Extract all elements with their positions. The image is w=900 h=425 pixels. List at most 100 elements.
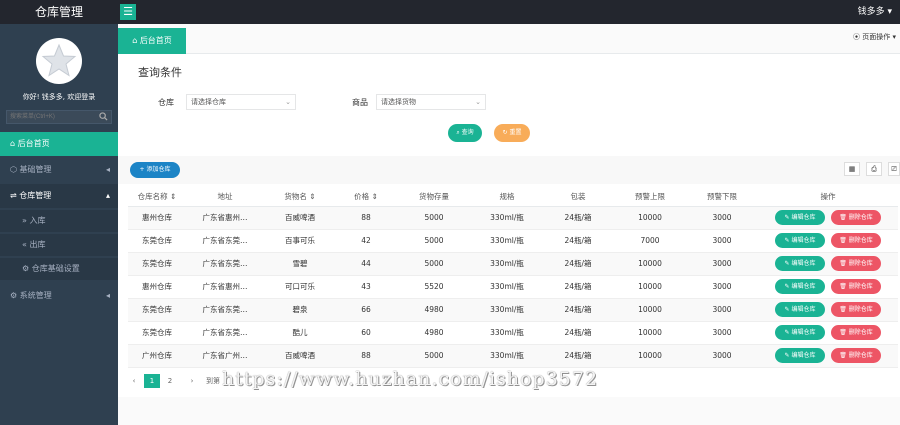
- table-cell: 惠州仓库: [128, 275, 186, 299]
- row-actions: ✎ 编辑仓库 🗑 删除仓库: [758, 298, 898, 322]
- tab-label: 后台首页: [139, 36, 172, 45]
- delete-warehouse-button[interactable]: 🗑 删除仓库: [831, 325, 881, 340]
- goods-label: 商品: [352, 98, 368, 107]
- table-cell: 88: [336, 206, 396, 230]
- search-button[interactable]: ⌕ 查询: [448, 124, 482, 142]
- table-cell: 60: [336, 321, 396, 345]
- watermark-text: https://www.huzhan.com/ishop3572: [222, 368, 599, 390]
- table-cell: 广东省东莞…: [186, 252, 264, 276]
- table-cell: 可口可乐: [264, 275, 336, 299]
- table-row: 东莞仓库 广东省东莞… 碧泉 66 4980 330ml/瓶 24瓶/箱 10000 3000 ✎…: [128, 298, 898, 322]
- table-row: 东莞仓库 广东省东莞… 酷儿 60 4980 330ml/瓶 24瓶/箱 10000 3000 ✎…: [128, 321, 898, 345]
- row-actions: ✎ 编辑仓库 🗑 删除仓库: [758, 206, 898, 230]
- goods-select[interactable]: 请选择货物 ⌄: [376, 94, 486, 110]
- delete-warehouse-button[interactable]: 🗑 删除仓库: [831, 348, 881, 363]
- table-cell: 3000: [686, 206, 758, 230]
- table-header-row: 仓库名称 ⇕ 地址 货物名 ⇕ 价格 ⇕ 货物存量 规格 包装 预警上限 预警下限 操作: [128, 188, 898, 207]
- table-cell: 330ml/瓶: [472, 298, 542, 322]
- table-cell: 24瓶/箱: [542, 206, 614, 230]
- edit-warehouse-button[interactable]: ✎ 编辑仓库: [775, 210, 825, 225]
- table-cell: 42: [336, 229, 396, 253]
- sidebar-item-warehouse[interactable]: ⇌ 仓库管理 ▴: [0, 184, 118, 208]
- edit-warehouse-button[interactable]: ✎ 编辑仓库: [775, 302, 825, 317]
- edit-warehouse-button[interactable]: ✎ 编辑仓库: [775, 233, 825, 248]
- delete-warehouse-button[interactable]: 🗑 删除仓库: [831, 279, 881, 294]
- chevron-up-icon: ▴: [105, 191, 110, 200]
- column-header[interactable]: 地址: [186, 188, 264, 207]
- table-cell: 24瓶/箱: [542, 229, 614, 253]
- table-cell: 5000: [396, 252, 472, 276]
- table-cell: 3000: [686, 275, 758, 299]
- menu-search[interactable]: [6, 110, 112, 124]
- user-menu[interactable]: 钱多多 ▾: [858, 0, 892, 24]
- warehouse-select-value: 请选择仓库: [191, 98, 226, 106]
- page-button-1[interactable]: 1: [144, 374, 160, 388]
- tab-home[interactable]: ⌂ 后台首页: [118, 28, 186, 54]
- sidebar-item-inbound[interactable]: » 入库: [0, 210, 118, 232]
- menu-search-input[interactable]: [7, 111, 97, 123]
- table-cell: 24瓶/箱: [542, 275, 614, 299]
- table-cell: 24瓶/箱: [542, 298, 614, 322]
- reset-button[interactable]: ↻ 重置: [494, 124, 530, 142]
- gear-icon: ⚙: [22, 264, 30, 273]
- delete-warehouse-button[interactable]: 🗑 删除仓库: [831, 233, 881, 248]
- table-cell: 44: [336, 252, 396, 276]
- star-avatar-icon: [37, 39, 81, 83]
- chevron-left-icon: ◂: [105, 291, 110, 300]
- print-icon[interactable]: ⎚: [888, 162, 900, 176]
- edit-warehouse-button[interactable]: ✎ 编辑仓库: [775, 279, 825, 294]
- edit-warehouse-button[interactable]: ✎ 编辑仓库: [775, 256, 825, 271]
- export-icon[interactable]: ⎙: [866, 162, 882, 176]
- next-page-button[interactable]: ›: [184, 374, 200, 388]
- delete-warehouse-button[interactable]: 🗑 删除仓库: [831, 210, 881, 225]
- warehouse-select[interactable]: 请选择仓库 ⌄: [186, 94, 296, 110]
- hamburger-icon[interactable]: ☰: [120, 4, 136, 20]
- table-cell: 东莞仓库: [128, 252, 186, 276]
- table-cell: 10000: [614, 321, 686, 345]
- sidebar-item-label: 后台首页: [17, 139, 50, 148]
- column-header[interactable]: 货物名 ⇕: [264, 188, 336, 207]
- row-actions: ✎ 编辑仓库 🗑 删除仓库: [758, 229, 898, 253]
- sidebar-item-label: 基础管理: [19, 165, 52, 174]
- prev-page-button[interactable]: ‹: [126, 374, 142, 388]
- top-navbar: 仓库管理 ☰ 钱多多 ▾: [0, 0, 900, 24]
- row-actions: ✎ 编辑仓库 🗑 删除仓库: [758, 275, 898, 299]
- edit-warehouse-button[interactable]: ✎ 编辑仓库: [775, 325, 825, 340]
- double-chevron-right-icon: »: [22, 216, 27, 225]
- column-header: 操作: [758, 188, 898, 207]
- row-actions: ✎ 编辑仓库 🗑 删除仓库: [758, 252, 898, 276]
- columns-icon[interactable]: ▦: [844, 162, 860, 176]
- sidebar-item-outbound[interactable]: « 出库: [0, 234, 118, 256]
- warehouse-icon: ⇌: [10, 191, 17, 200]
- avatar[interactable]: [36, 38, 82, 84]
- add-warehouse-button[interactable]: + 添加仓库: [130, 162, 180, 178]
- sidebar-item-label: 仓库管理: [19, 191, 52, 200]
- table-cell: 4980: [396, 298, 472, 322]
- warehouse-table: 仓库名称 ⇕ 地址 货物名 ⇕ 价格 ⇕ 货物存量 规格 包装 预警上限 预警下限 操作 惠州仓库…: [128, 188, 898, 368]
- table-cell: 88: [336, 344, 396, 368]
- column-header[interactable]: 价格 ⇕: [336, 188, 396, 207]
- delete-warehouse-button[interactable]: 🗑 删除仓库: [831, 256, 881, 271]
- sidebar-item-warehouse-settings[interactable]: ⚙ 仓库基础设置: [0, 258, 118, 280]
- table-cell: 百威啤酒: [264, 344, 336, 368]
- delete-warehouse-button[interactable]: 🗑 删除仓库: [831, 302, 881, 317]
- table-cell: 雪碧: [264, 252, 336, 276]
- search-icon[interactable]: [99, 112, 108, 123]
- sidebar-item-home[interactable]: ⌂ 后台首页: [0, 132, 118, 156]
- sidebar-item-basic[interactable]: ⬡ 基础管理 ◂: [0, 158, 118, 182]
- page-operations-menu[interactable]: ⦿ 页面操作 ▾: [853, 32, 896, 42]
- column-header[interactable]: 仓库名称 ⇕: [128, 188, 186, 207]
- table-cell: 4980: [396, 321, 472, 345]
- table-cell: 10000: [614, 344, 686, 368]
- table-cell: 惠州仓库: [128, 206, 186, 230]
- page-button-2[interactable]: 2: [162, 374, 178, 388]
- table-cell: 百事可乐: [264, 229, 336, 253]
- table-cell: 3000: [686, 252, 758, 276]
- column-header: 货物存量: [396, 188, 472, 207]
- sidebar-item-system[interactable]: ⚙ 系统管理 ◂: [0, 284, 118, 308]
- column-header: 包装: [542, 188, 614, 207]
- table-cell: 3000: [686, 344, 758, 368]
- edit-warehouse-button[interactable]: ✎ 编辑仓库: [775, 348, 825, 363]
- table-cell: 66: [336, 298, 396, 322]
- table-cell: 广东省东莞…: [186, 298, 264, 322]
